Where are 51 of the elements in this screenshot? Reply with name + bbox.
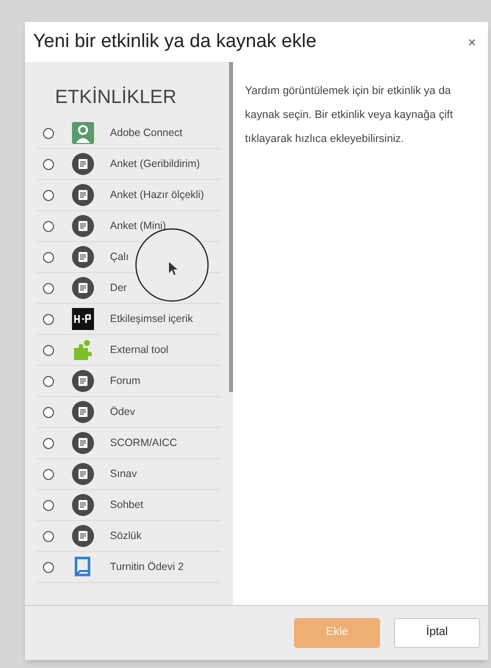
radio-button[interactable] — [43, 220, 54, 232]
document-icon — [72, 525, 94, 547]
activity-label[interactable]: Anket (Hazır ölçekli) — [110, 188, 204, 202]
document-icon — [72, 277, 94, 299]
dialog-title: Yeni bir etkinlik ya da kaynak ekle — [33, 30, 316, 54]
document-icon — [72, 463, 94, 485]
document-icon — [72, 184, 94, 206]
activity-label[interactable]: External tool — [110, 342, 168, 358]
activity-label[interactable]: Forum — [110, 374, 140, 388]
activity-label[interactable]: Çalı — [110, 250, 129, 264]
activity-label[interactable]: Sözlük — [110, 528, 142, 544]
activity-label[interactable]: SCORM/AICC — [110, 436, 178, 450]
activity-label[interactable]: Anket (Geribildirim) — [110, 156, 200, 172]
radio-button[interactable] — [43, 562, 54, 572]
radio-button[interactable] — [43, 344, 54, 356]
radio-button[interactable] — [43, 314, 54, 324]
activity-label[interactable]: Ödev — [110, 404, 136, 420]
radio-button[interactable] — [43, 158, 54, 170]
document-icon — [72, 370, 94, 392]
document-icon — [72, 432, 94, 454]
document-icon — [72, 494, 94, 516]
cancel-button[interactable]: İptal — [394, 618, 480, 648]
activity-label[interactable]: Adobe Connect — [110, 126, 182, 140]
radio-button[interactable] — [43, 406, 54, 418]
document-icon — [72, 401, 94, 423]
document-icon — [72, 153, 94, 175]
activity-label[interactable]: Sınav — [110, 466, 137, 482]
h5p-badge-icon — [72, 308, 94, 330]
close-button[interactable]: × — [464, 32, 480, 52]
radio-button[interactable] — [43, 128, 54, 138]
radio-button[interactable] — [43, 252, 54, 262]
mouse-pointer-icon — [169, 262, 178, 275]
help-text: Yardım görüntülemek için bir etkinlik ya da kaynak seçin. Bir etkinlik veya kaynağa çift tıklayarak hızlıca ekleyebilirsiniz. — [245, 84, 454, 147]
activity-label[interactable]: Der — [110, 280, 127, 296]
activity-label[interactable]: Sohbet — [110, 498, 144, 512]
radio-button[interactable] — [43, 500, 54, 510]
activity-label[interactable]: Anket (Mini) — [110, 218, 166, 234]
person-icon — [72, 122, 94, 144]
document-icon — [72, 215, 94, 237]
radio-button[interactable] — [43, 282, 54, 294]
radio-button[interactable] — [43, 468, 54, 480]
activity-label[interactable]: Turnitin Ödevi 2 — [110, 560, 184, 574]
activity-label[interactable]: Etkileşimsel içerik — [110, 312, 193, 326]
radio-button[interactable] — [43, 438, 54, 448]
radio-button[interactable] — [43, 530, 54, 542]
puzzle-piece-icon — [72, 339, 94, 361]
document-icon — [72, 246, 94, 268]
radio-button[interactable] — [43, 376, 54, 386]
list-heading: ETKİNLİKLER — [54, 86, 178, 110]
scrollbar-thumb[interactable] — [229, 62, 233, 392]
radio-button[interactable] — [43, 190, 54, 200]
